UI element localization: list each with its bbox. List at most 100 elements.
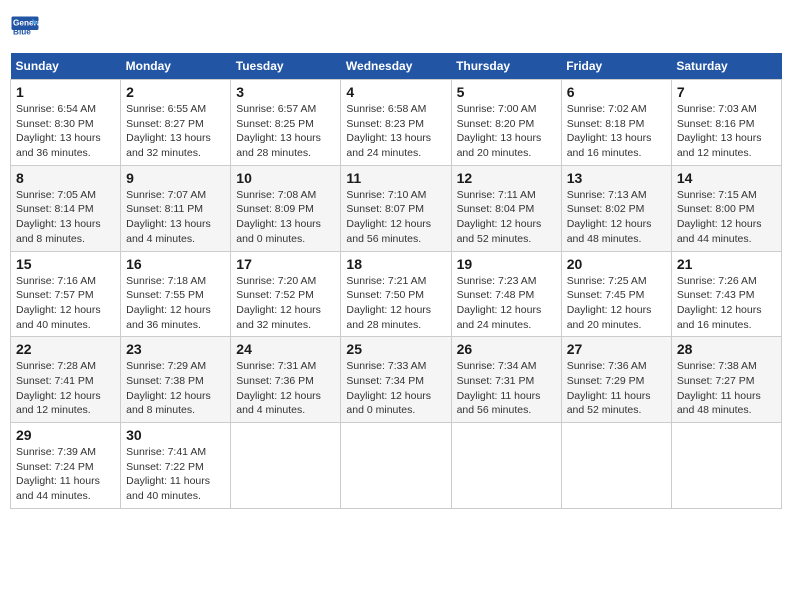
day-number: 27 xyxy=(567,341,666,357)
day-info: Sunrise: 7:13 AMSunset: 8:02 PMDaylight:… xyxy=(567,188,666,247)
calendar-cell: 27 Sunrise: 7:36 AMSunset: 7:29 PMDaylig… xyxy=(561,337,671,423)
day-info: Sunrise: 7:33 AMSunset: 7:34 PMDaylight:… xyxy=(346,359,445,418)
day-info: Sunrise: 6:55 AMSunset: 8:27 PMDaylight:… xyxy=(126,102,225,161)
calendar-cell: 24 Sunrise: 7:31 AMSunset: 7:36 PMDaylig… xyxy=(231,337,341,423)
day-info: Sunrise: 7:03 AMSunset: 8:16 PMDaylight:… xyxy=(677,102,776,161)
day-info: Sunrise: 7:31 AMSunset: 7:36 PMDaylight:… xyxy=(236,359,335,418)
calendar-cell: 5 Sunrise: 7:00 AMSunset: 8:20 PMDayligh… xyxy=(451,80,561,166)
day-info: Sunrise: 7:08 AMSunset: 8:09 PMDaylight:… xyxy=(236,188,335,247)
calendar-cell: 4 Sunrise: 6:58 AMSunset: 8:23 PMDayligh… xyxy=(341,80,451,166)
day-number: 2 xyxy=(126,84,225,100)
calendar-cell xyxy=(451,423,561,509)
calendar-table: SundayMondayTuesdayWednesdayThursdayFrid… xyxy=(10,53,782,509)
day-info: Sunrise: 6:57 AMSunset: 8:25 PMDaylight:… xyxy=(236,102,335,161)
day-info: Sunrise: 7:10 AMSunset: 8:07 PMDaylight:… xyxy=(346,188,445,247)
day-info: Sunrise: 7:26 AMSunset: 7:43 PMDaylight:… xyxy=(677,274,776,333)
day-info: Sunrise: 7:11 AMSunset: 8:04 PMDaylight:… xyxy=(457,188,556,247)
day-info: Sunrise: 7:15 AMSunset: 8:00 PMDaylight:… xyxy=(677,188,776,247)
calendar-cell: 28 Sunrise: 7:38 AMSunset: 7:27 PMDaylig… xyxy=(671,337,781,423)
calendar-week-row: 29 Sunrise: 7:39 AMSunset: 7:24 PMDaylig… xyxy=(11,423,782,509)
calendar-week-row: 15 Sunrise: 7:16 AMSunset: 7:57 PMDaylig… xyxy=(11,251,782,337)
calendar-cell: 11 Sunrise: 7:10 AMSunset: 8:07 PMDaylig… xyxy=(341,165,451,251)
day-number: 19 xyxy=(457,256,556,272)
calendar-cell: 26 Sunrise: 7:34 AMSunset: 7:31 PMDaylig… xyxy=(451,337,561,423)
day-info: Sunrise: 7:41 AMSunset: 7:22 PMDaylight:… xyxy=(126,445,225,504)
day-number: 3 xyxy=(236,84,335,100)
day-number: 21 xyxy=(677,256,776,272)
calendar-cell: 20 Sunrise: 7:25 AMSunset: 7:45 PMDaylig… xyxy=(561,251,671,337)
day-info: Sunrise: 7:00 AMSunset: 8:20 PMDaylight:… xyxy=(457,102,556,161)
logo-icon: General Blue xyxy=(10,15,40,45)
day-number: 11 xyxy=(346,170,445,186)
day-number: 28 xyxy=(677,341,776,357)
page-header: General Blue xyxy=(10,10,782,45)
day-number: 29 xyxy=(16,427,115,443)
calendar-cell: 7 Sunrise: 7:03 AMSunset: 8:16 PMDayligh… xyxy=(671,80,781,166)
calendar-cell: 15 Sunrise: 7:16 AMSunset: 7:57 PMDaylig… xyxy=(11,251,121,337)
day-number: 18 xyxy=(346,256,445,272)
day-info: Sunrise: 6:58 AMSunset: 8:23 PMDaylight:… xyxy=(346,102,445,161)
day-info: Sunrise: 7:38 AMSunset: 7:27 PMDaylight:… xyxy=(677,359,776,418)
calendar-cell: 1 Sunrise: 6:54 AMSunset: 8:30 PMDayligh… xyxy=(11,80,121,166)
day-info: Sunrise: 7:29 AMSunset: 7:38 PMDaylight:… xyxy=(126,359,225,418)
calendar-cell: 13 Sunrise: 7:13 AMSunset: 8:02 PMDaylig… xyxy=(561,165,671,251)
weekday-header: Tuesday xyxy=(231,53,341,80)
day-number: 25 xyxy=(346,341,445,357)
day-info: Sunrise: 7:05 AMSunset: 8:14 PMDaylight:… xyxy=(16,188,115,247)
day-info: Sunrise: 7:23 AMSunset: 7:48 PMDaylight:… xyxy=(457,274,556,333)
day-number: 9 xyxy=(126,170,225,186)
calendar-body: 1 Sunrise: 6:54 AMSunset: 8:30 PMDayligh… xyxy=(11,80,782,509)
calendar-cell: 18 Sunrise: 7:21 AMSunset: 7:50 PMDaylig… xyxy=(341,251,451,337)
svg-text:Blue: Blue xyxy=(13,28,31,37)
calendar-cell: 12 Sunrise: 7:11 AMSunset: 8:04 PMDaylig… xyxy=(451,165,561,251)
day-number: 16 xyxy=(126,256,225,272)
calendar-cell: 6 Sunrise: 7:02 AMSunset: 8:18 PMDayligh… xyxy=(561,80,671,166)
weekday-header: Friday xyxy=(561,53,671,80)
weekday-header: Monday xyxy=(121,53,231,80)
logo: General Blue xyxy=(10,15,44,45)
calendar-cell: 14 Sunrise: 7:15 AMSunset: 8:00 PMDaylig… xyxy=(671,165,781,251)
day-number: 10 xyxy=(236,170,335,186)
calendar-week-row: 22 Sunrise: 7:28 AMSunset: 7:41 PMDaylig… xyxy=(11,337,782,423)
calendar-cell: 10 Sunrise: 7:08 AMSunset: 8:09 PMDaylig… xyxy=(231,165,341,251)
day-number: 23 xyxy=(126,341,225,357)
calendar-cell: 3 Sunrise: 6:57 AMSunset: 8:25 PMDayligh… xyxy=(231,80,341,166)
day-info: Sunrise: 7:36 AMSunset: 7:29 PMDaylight:… xyxy=(567,359,666,418)
calendar-week-row: 1 Sunrise: 6:54 AMSunset: 8:30 PMDayligh… xyxy=(11,80,782,166)
calendar-cell: 29 Sunrise: 7:39 AMSunset: 7:24 PMDaylig… xyxy=(11,423,121,509)
day-info: Sunrise: 7:02 AMSunset: 8:18 PMDaylight:… xyxy=(567,102,666,161)
calendar-cell: 19 Sunrise: 7:23 AMSunset: 7:48 PMDaylig… xyxy=(451,251,561,337)
calendar-cell: 9 Sunrise: 7:07 AMSunset: 8:11 PMDayligh… xyxy=(121,165,231,251)
calendar-cell: 22 Sunrise: 7:28 AMSunset: 7:41 PMDaylig… xyxy=(11,337,121,423)
day-number: 15 xyxy=(16,256,115,272)
day-info: Sunrise: 7:28 AMSunset: 7:41 PMDaylight:… xyxy=(16,359,115,418)
day-info: Sunrise: 7:07 AMSunset: 8:11 PMDaylight:… xyxy=(126,188,225,247)
day-number: 7 xyxy=(677,84,776,100)
calendar-cell: 25 Sunrise: 7:33 AMSunset: 7:34 PMDaylig… xyxy=(341,337,451,423)
calendar-cell xyxy=(231,423,341,509)
calendar-cell: 17 Sunrise: 7:20 AMSunset: 7:52 PMDaylig… xyxy=(231,251,341,337)
day-number: 24 xyxy=(236,341,335,357)
calendar-cell xyxy=(671,423,781,509)
day-number: 5 xyxy=(457,84,556,100)
day-info: Sunrise: 7:39 AMSunset: 7:24 PMDaylight:… xyxy=(16,445,115,504)
calendar-cell xyxy=(561,423,671,509)
day-number: 8 xyxy=(16,170,115,186)
day-number: 30 xyxy=(126,427,225,443)
calendar-header-row: SundayMondayTuesdayWednesdayThursdayFrid… xyxy=(11,53,782,80)
calendar-cell: 21 Sunrise: 7:26 AMSunset: 7:43 PMDaylig… xyxy=(671,251,781,337)
calendar-cell: 16 Sunrise: 7:18 AMSunset: 7:55 PMDaylig… xyxy=(121,251,231,337)
day-info: Sunrise: 7:16 AMSunset: 7:57 PMDaylight:… xyxy=(16,274,115,333)
day-info: Sunrise: 6:54 AMSunset: 8:30 PMDaylight:… xyxy=(16,102,115,161)
weekday-header: Wednesday xyxy=(341,53,451,80)
day-info: Sunrise: 7:25 AMSunset: 7:45 PMDaylight:… xyxy=(567,274,666,333)
weekday-header: Sunday xyxy=(11,53,121,80)
day-number: 22 xyxy=(16,341,115,357)
day-number: 6 xyxy=(567,84,666,100)
day-number: 4 xyxy=(346,84,445,100)
day-info: Sunrise: 7:21 AMSunset: 7:50 PMDaylight:… xyxy=(346,274,445,333)
weekday-header: Thursday xyxy=(451,53,561,80)
weekday-header: Saturday xyxy=(671,53,781,80)
calendar-cell: 30 Sunrise: 7:41 AMSunset: 7:22 PMDaylig… xyxy=(121,423,231,509)
day-number: 1 xyxy=(16,84,115,100)
